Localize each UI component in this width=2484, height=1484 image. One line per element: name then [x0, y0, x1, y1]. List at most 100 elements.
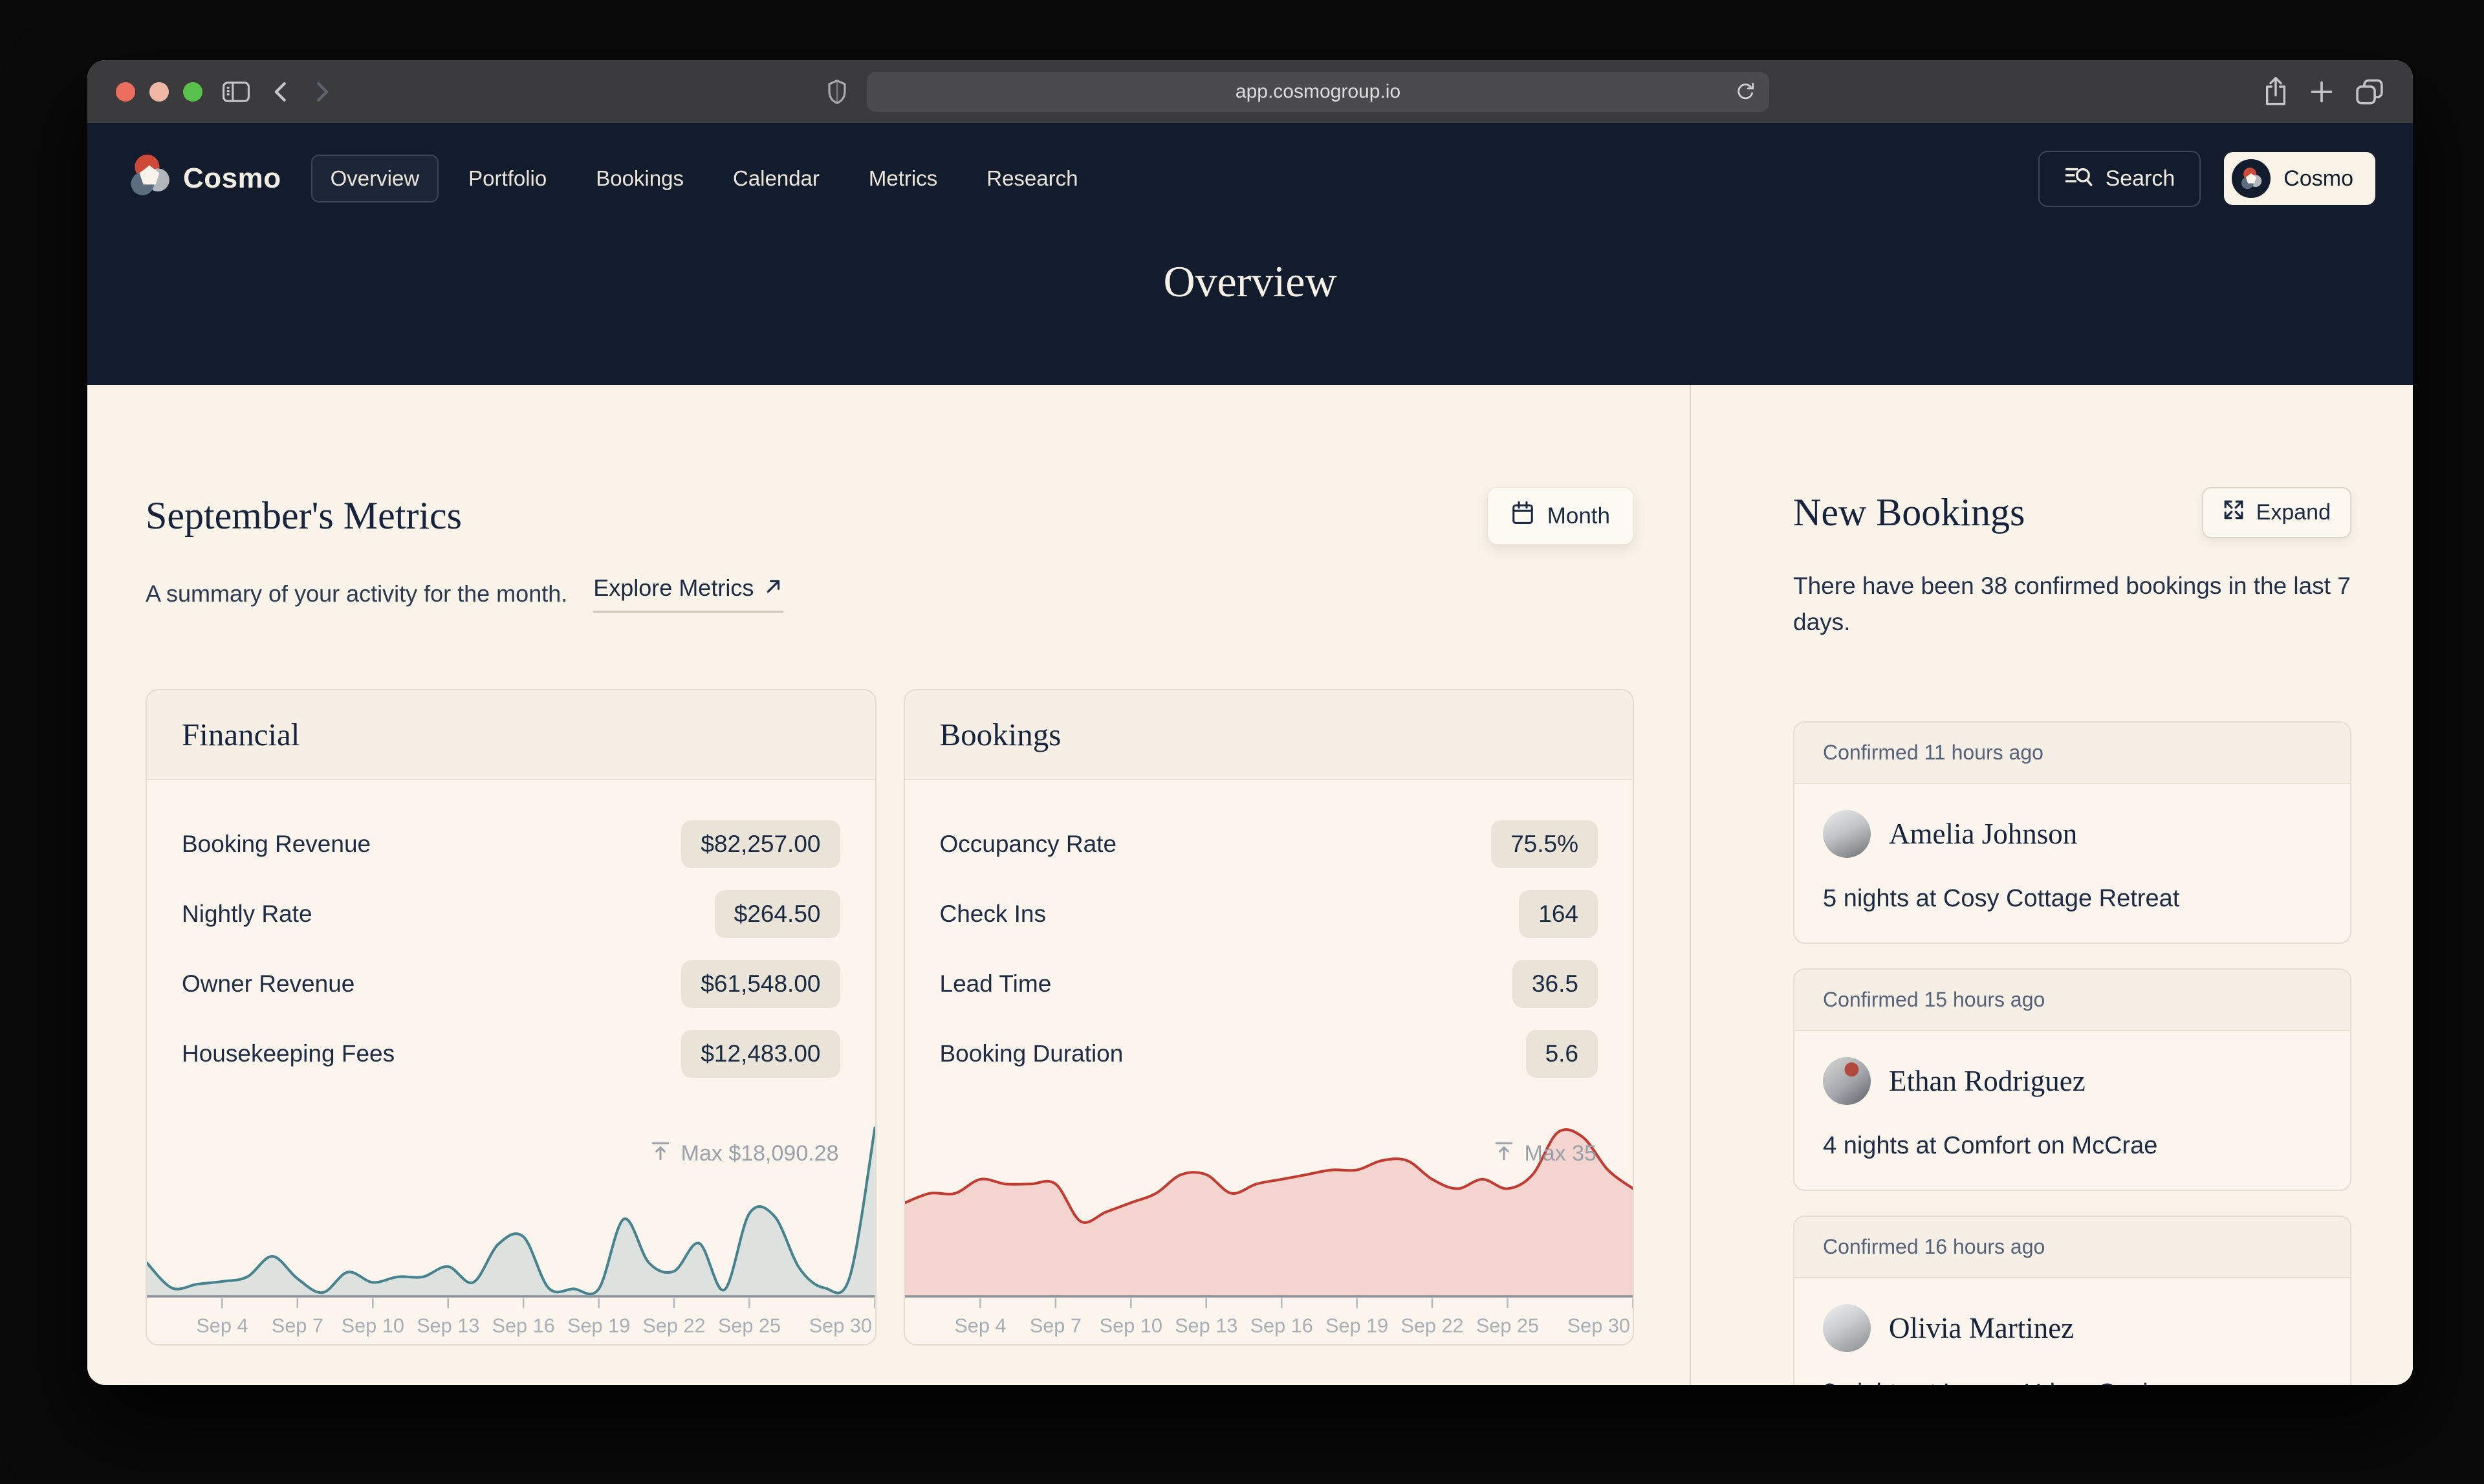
brand[interactable]: Cosmo — [125, 151, 281, 207]
avatar — [1823, 1057, 1871, 1105]
share-icon[interactable] — [2263, 76, 2289, 107]
nav-item-calendar[interactable]: Calendar — [714, 155, 839, 202]
metric-label: Housekeeping Fees — [182, 1040, 395, 1067]
reload-icon[interactable] — [1734, 81, 1756, 103]
expand-button-label: Expand — [2256, 500, 2331, 525]
financial-max-annotation: Max $18,090.28 — [650, 1140, 839, 1168]
table-row: Owner Revenue $61,548.00 — [182, 960, 840, 1008]
financial-card-title: Financial — [147, 690, 875, 780]
primary-nav: Overview Portfolio Bookings Calendar Met… — [311, 155, 1098, 202]
nav-item-overview[interactable]: Overview — [311, 155, 439, 202]
svg-text:Sep 19: Sep 19 — [1325, 1315, 1388, 1337]
sidebar-toggle-icon[interactable] — [222, 80, 250, 104]
search-button[interactable]: Search — [2038, 151, 2201, 207]
window-controls — [116, 82, 202, 102]
guest-name: Amelia Johnson — [1889, 817, 2077, 851]
booking-status: Confirmed 15 hours ago — [1794, 970, 2350, 1031]
table-row: Housekeeping Fees $12,483.00 — [182, 1030, 840, 1078]
metric-label: Booking Duration — [940, 1040, 1124, 1067]
metrics-subtitle-row: A summary of your activity for the month… — [146, 574, 1634, 613]
booking-card[interactable]: Confirmed 16 hours ago Olivia Martinez 3… — [1793, 1216, 2351, 1385]
financial-max-label: Max $18,090.28 — [681, 1141, 839, 1166]
period-selector-label: Month — [1547, 503, 1610, 529]
nav-item-bookings[interactable]: Bookings — [576, 155, 703, 202]
metric-value: 36.5 — [1512, 960, 1598, 1008]
svg-text:Sep 22: Sep 22 — [1400, 1315, 1463, 1337]
new-bookings-section: New Bookings Expand There have been 38 c… — [1690, 385, 2413, 1385]
privacy-shield-icon[interactable] — [827, 78, 847, 105]
new-bookings-summary: There have been 38 confirmed bookings in… — [1793, 568, 2351, 640]
metrics-section-title: September's Metrics — [146, 494, 462, 538]
tab-overview-icon[interactable] — [2355, 78, 2384, 106]
svg-text:Sep 7: Sep 7 — [272, 1315, 323, 1337]
nav-item-portfolio[interactable]: Portfolio — [449, 155, 566, 202]
browser-window: app.cosmogroup.io — [87, 60, 2413, 1385]
svg-text:Sep 16: Sep 16 — [492, 1315, 555, 1337]
metric-label: Nightly Rate — [182, 900, 312, 928]
nav-item-research[interactable]: Research — [967, 155, 1097, 202]
table-row: Booking Duration 5.6 — [940, 1030, 1598, 1078]
search-list-icon — [2064, 164, 2093, 194]
guest-name: Olivia Martinez — [1889, 1311, 2074, 1345]
address-bar-url: app.cosmogroup.io — [1236, 81, 1400, 103]
metric-label: Booking Revenue — [182, 831, 371, 858]
svg-text:Sep 30: Sep 30 — [1567, 1315, 1629, 1337]
metric-label: Lead Time — [940, 970, 1052, 998]
max-marker-icon — [1494, 1140, 1514, 1168]
metric-value: $12,483.00 — [681, 1030, 840, 1078]
booking-status: Confirmed 11 hours ago — [1794, 723, 2350, 784]
explore-metrics-label: Explore Metrics — [593, 574, 754, 602]
svg-text:Sep 30: Sep 30 — [809, 1315, 872, 1337]
svg-text:Sep 25: Sep 25 — [1476, 1315, 1538, 1337]
metric-value: 5.6 — [1526, 1030, 1598, 1078]
expand-icon — [2223, 499, 2245, 527]
explore-metrics-link[interactable]: Explore Metrics — [593, 574, 783, 613]
metric-cards: Financial Booking Revenue $82,257.00 Nig… — [146, 689, 1634, 1346]
svg-text:Sep 13: Sep 13 — [417, 1315, 479, 1337]
bookings-card: Bookings Occupancy Rate 75.5% Check Ins … — [904, 689, 1635, 1346]
booking-detail: 3 nights at Luxury Urban Oasis — [1823, 1379, 2322, 1385]
metric-label: Occupancy Rate — [940, 831, 1117, 858]
booking-card[interactable]: Confirmed 11 hours ago Amelia Johnson 5 … — [1793, 721, 2351, 944]
new-tab-icon[interactable] — [2308, 78, 2335, 105]
nav-item-metrics[interactable]: Metrics — [849, 155, 957, 202]
table-row: Lead Time 36.5 — [940, 960, 1598, 1008]
metric-value: 164 — [1519, 890, 1598, 938]
search-button-label: Search — [2106, 166, 2175, 191]
financial-chart: Sep 4Sep 7Sep 10Sep 13Sep 16Sep 19Sep 22… — [147, 1118, 875, 1344]
guest-row: Ethan Rodriguez — [1823, 1057, 2322, 1105]
booking-card-body: Ethan Rodriguez 4 nights at Comfort on M… — [1794, 1031, 2350, 1190]
svg-text:Sep 13: Sep 13 — [1175, 1315, 1237, 1337]
table-row: Booking Revenue $82,257.00 — [182, 820, 840, 868]
app-nav-row: Cosmo Overview Portfolio Bookings Calend… — [87, 123, 2413, 234]
address-bar[interactable]: app.cosmogroup.io — [867, 72, 1769, 112]
avatar — [1823, 810, 1871, 858]
booking-detail: 5 nights at Cosy Cottage Retreat — [1823, 885, 2322, 913]
arrow-up-right-icon — [764, 574, 783, 602]
zoom-button[interactable] — [183, 82, 202, 102]
browser-toolbar: app.cosmogroup.io — [87, 60, 2413, 123]
svg-text:Sep 4: Sep 4 — [196, 1315, 248, 1337]
svg-text:Sep 22: Sep 22 — [642, 1315, 705, 1337]
metrics-section: September's Metrics Month A summary of y… — [87, 385, 1690, 1385]
period-selector-button[interactable]: Month — [1487, 487, 1634, 545]
bookings-chart: Sep 4Sep 7Sep 10Sep 13Sep 16Sep 19Sep 22… — [905, 1118, 1633, 1344]
calendar-icon — [1511, 501, 1534, 531]
metric-value: $264.50 — [715, 890, 840, 938]
minimize-button[interactable] — [149, 82, 169, 102]
account-button[interactable]: Cosmo — [2224, 152, 2375, 205]
booking-card-body: Amelia Johnson 5 nights at Cosy Cottage … — [1794, 784, 2350, 943]
table-row: Nightly Rate $264.50 — [182, 890, 840, 938]
account-button-label: Cosmo — [2283, 166, 2353, 191]
close-button[interactable] — [116, 82, 135, 102]
svg-text:Sep 4: Sep 4 — [954, 1315, 1006, 1337]
page-content: September's Metrics Month A summary of y… — [87, 385, 2413, 1385]
financial-card: Financial Booking Revenue $82,257.00 Nig… — [146, 689, 877, 1346]
booking-status: Confirmed 16 hours ago — [1794, 1217, 2350, 1278]
expand-button[interactable]: Expand — [2202, 487, 2351, 538]
max-marker-icon — [650, 1140, 671, 1168]
booking-card[interactable]: Confirmed 15 hours ago Ethan Rodriguez 4… — [1793, 968, 2351, 1191]
back-button-icon[interactable] — [270, 79, 292, 105]
forward-button-icon[interactable] — [311, 79, 333, 105]
metric-label: Check Ins — [940, 900, 1047, 928]
